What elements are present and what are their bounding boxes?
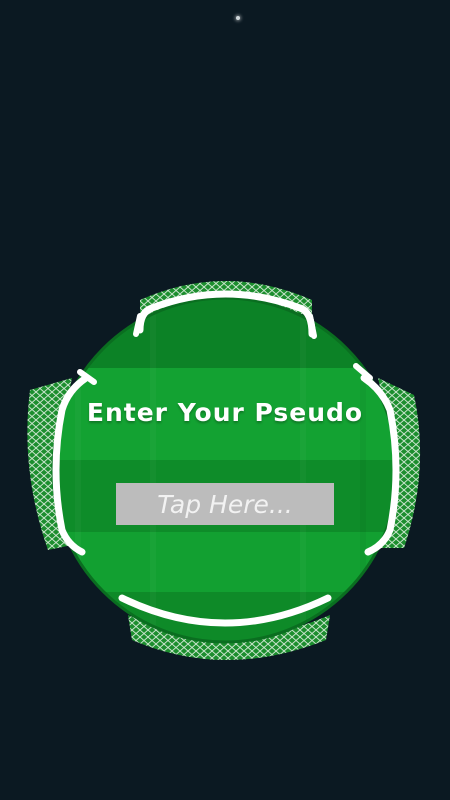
pseudo-input[interactable]: Tap Here... <box>116 483 334 525</box>
page-title: Enter Your Pseudo <box>86 398 364 427</box>
pitch <box>51 296 399 644</box>
pseudo-input-placeholder: Tap Here... <box>157 489 293 519</box>
